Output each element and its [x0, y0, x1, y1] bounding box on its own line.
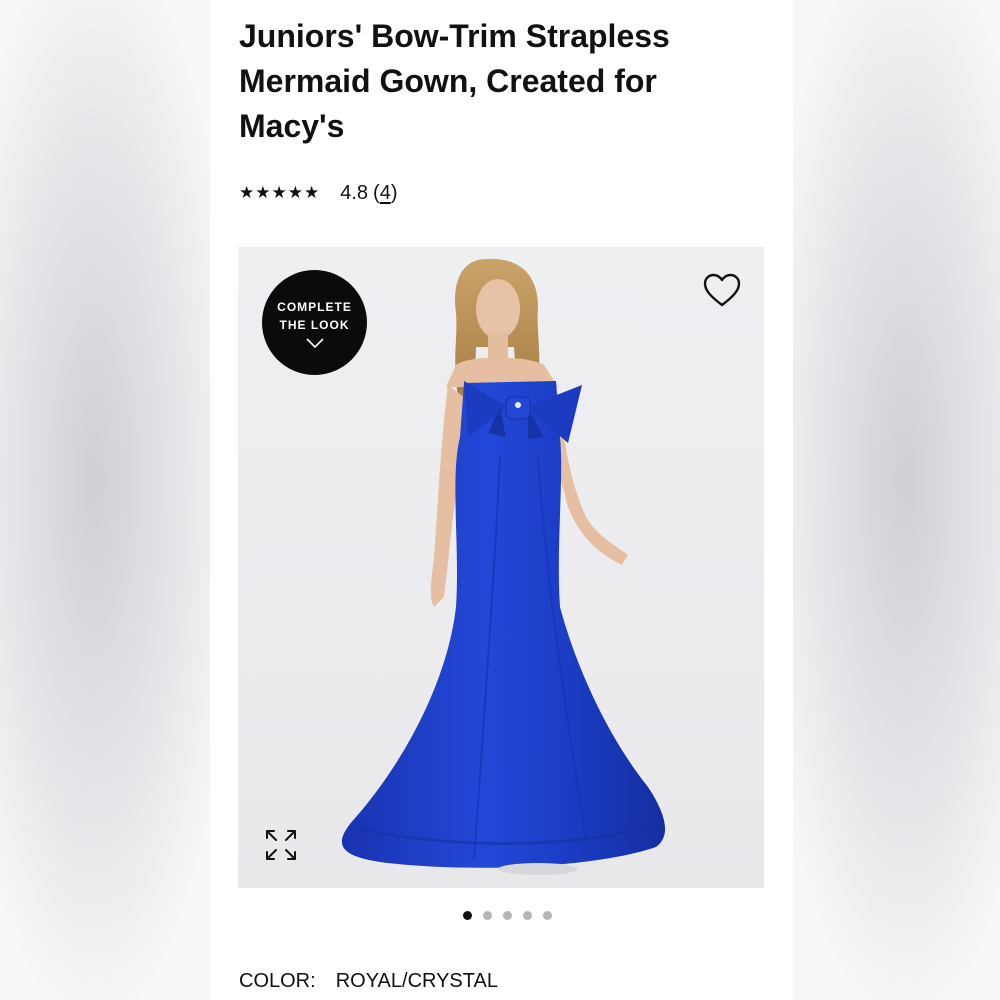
complete-the-look-button[interactable]: COMPLETE THE LOOK [262, 270, 367, 375]
expand-icon[interactable] [263, 827, 299, 863]
product-page: Juniors' Bow-Trim Strapless Mermaid Gown… [210, 0, 793, 1000]
pagination-dot[interactable] [463, 910, 472, 920]
chevron-down-icon [305, 337, 324, 348]
heart-icon[interactable] [702, 271, 742, 311]
blurred-background-left [0, 0, 210, 1000]
color-selector: COLOR: ROYAL/CRYSTAL [239, 970, 498, 993]
pagination-dot[interactable] [543, 910, 552, 920]
complete-the-look-line2: THE LOOK [279, 317, 350, 332]
rating-stars: ★★★★★ [239, 183, 321, 202]
rating-value: 4.8 [340, 181, 369, 204]
review-count-link[interactable]: (4) [373, 182, 397, 205]
product-title: Juniors' Bow-Trim Strapless Mermaid Gown… [239, 18, 670, 144]
pagination-dot[interactable] [503, 910, 512, 920]
pagination-dot[interactable] [483, 910, 492, 920]
product-rating[interactable]: ★★★★★ 4.8 (4) [239, 179, 397, 207]
product-image[interactable]: COMPLETE THE LOOK [238, 247, 764, 888]
gallery-pagination [210, 908, 793, 922]
pagination-dot[interactable] [523, 910, 532, 920]
complete-the-look-line1: COMPLETE [277, 299, 352, 314]
color-label: COLOR: [239, 970, 316, 992]
blurred-background-right [790, 0, 1000, 1000]
color-value: ROYAL/CRYSTAL [335, 970, 498, 992]
